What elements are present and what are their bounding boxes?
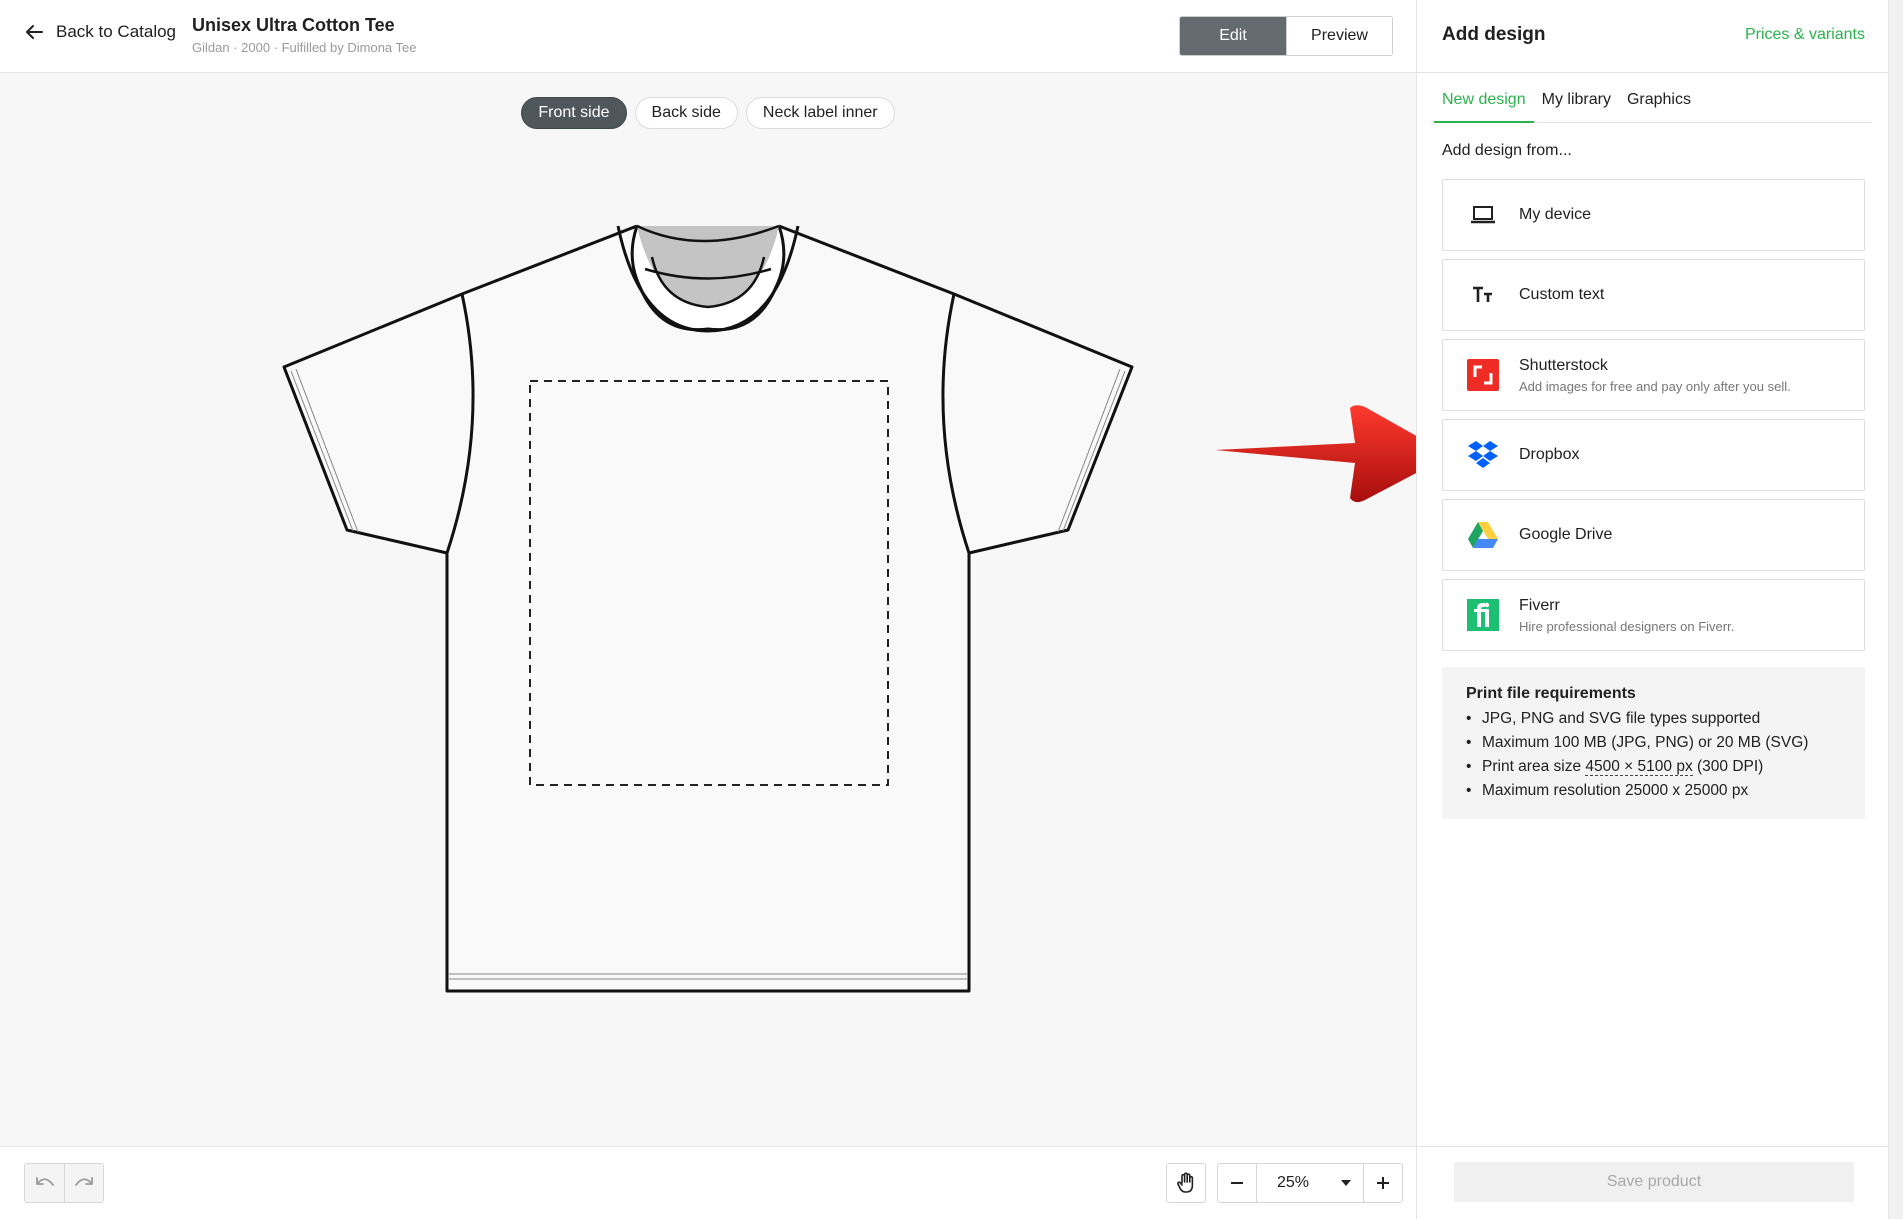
editor-header: Back to Catalog Unisex Ultra Cotton Tee … bbox=[0, 0, 1416, 73]
page-scrollbar[interactable] bbox=[1888, 0, 1903, 1219]
google-drive-icon bbox=[1467, 519, 1499, 551]
zoom-value: 25% bbox=[1277, 1174, 1310, 1191]
tab-my-library[interactable]: My library bbox=[1534, 88, 1619, 123]
arrow-left-icon bbox=[26, 25, 43, 39]
hand-icon bbox=[1177, 1172, 1194, 1193]
red-arrow-annotation bbox=[1215, 405, 1445, 503]
source-custom-text[interactable]: Custom text bbox=[1442, 259, 1865, 331]
source-name: Custom text bbox=[1519, 286, 1605, 303]
tab-new-design[interactable]: New design bbox=[1434, 88, 1534, 123]
print-area-prefix: Print area size bbox=[1482, 758, 1586, 775]
redo-icon bbox=[75, 1177, 93, 1186]
back-to-catalog-link[interactable]: Back to Catalog bbox=[24, 22, 176, 42]
history-controls bbox=[24, 1163, 104, 1203]
source-my-device[interactable]: My device bbox=[1442, 179, 1865, 251]
fiverr-icon bbox=[1467, 599, 1499, 631]
panel-footer: Save product bbox=[1417, 1146, 1889, 1219]
list-item: Maximum resolution 25000 x 25000 px bbox=[1466, 779, 1841, 803]
source-description: Hire professional designers on Fiverr. bbox=[1519, 618, 1735, 634]
mode-toggle: Edit Preview bbox=[1179, 16, 1393, 56]
tshirt-mockup bbox=[282, 224, 1134, 993]
laptop-icon bbox=[1467, 199, 1499, 231]
redo-button[interactable] bbox=[64, 1164, 103, 1202]
source-name: Dropbox bbox=[1519, 446, 1580, 463]
source-fiverr[interactable]: Fiverr Hire professional designers on Fi… bbox=[1442, 579, 1865, 651]
print-area-suffix: (300 DPI) bbox=[1692, 758, 1764, 775]
panel-header: Add design Prices & variants bbox=[1417, 0, 1889, 73]
design-canvas[interactable]: Front side Back side Neck label inner bbox=[0, 73, 1445, 1146]
source-name: Google Drive bbox=[1519, 526, 1613, 543]
zoom-in-button[interactable] bbox=[1364, 1164, 1402, 1202]
text-icon bbox=[1467, 279, 1499, 311]
save-product-button[interactable]: Save product bbox=[1454, 1162, 1854, 1202]
caret-down-icon bbox=[1341, 1180, 1351, 1186]
source-name: Shutterstock bbox=[1519, 356, 1608, 374]
list-item: Maximum 100 MB (JPG, PNG) or 20 MB (SVG) bbox=[1466, 731, 1841, 755]
print-area-size[interactable]: 4500 × 5100 px bbox=[1585, 758, 1693, 776]
source-google-drive[interactable]: Google Drive bbox=[1442, 499, 1865, 571]
dropbox-icon bbox=[1467, 439, 1499, 471]
undo-button[interactable] bbox=[25, 1164, 64, 1202]
list-item: JPG, PNG and SVG file types supported bbox=[1466, 707, 1841, 731]
requirements-title: Print file requirements bbox=[1466, 685, 1636, 702]
add-design-panel: Add design Prices & variants New design … bbox=[1416, 0, 1889, 1219]
panel-title: Add design bbox=[1442, 24, 1546, 45]
canvas-toolbar: 25% bbox=[0, 1146, 1416, 1219]
product-subtitle: Gildan · 2000 · Fulfilled by Dimona Tee bbox=[192, 40, 417, 55]
print-file-requirements: Print file requirements JPG, PNG and SVG… bbox=[1442, 667, 1865, 819]
source-dropbox[interactable]: Dropbox bbox=[1442, 419, 1865, 491]
list-item: Print area size 4500 × 5100 px (300 DPI) bbox=[1466, 755, 1841, 779]
tab-graphics[interactable]: Graphics bbox=[1619, 88, 1699, 123]
minus-icon bbox=[1231, 1182, 1243, 1184]
source-name: My device bbox=[1519, 206, 1592, 223]
preview-button[interactable]: Preview bbox=[1286, 17, 1392, 55]
design-tabs: New design My library Graphics bbox=[1434, 88, 1872, 123]
product-title: Unisex Ultra Cotton Tee bbox=[192, 15, 395, 35]
back-label: Back to Catalog bbox=[56, 22, 177, 41]
design-source-list: My device Custom text Shutterstock Add i… bbox=[1442, 179, 1865, 659]
edit-button[interactable]: Edit bbox=[1180, 17, 1286, 55]
zoom-level-select[interactable]: 25% bbox=[1256, 1164, 1364, 1202]
source-shutterstock[interactable]: Shutterstock Add images for free and pay… bbox=[1442, 339, 1865, 411]
pan-tool-button[interactable] bbox=[1166, 1163, 1206, 1203]
zoom-out-button[interactable] bbox=[1218, 1164, 1256, 1202]
undo-icon bbox=[35, 1177, 54, 1186]
zoom-control: 25% bbox=[1217, 1163, 1403, 1203]
requirements-list: JPG, PNG and SVG file types supported Ma… bbox=[1466, 707, 1841, 803]
plus-icon bbox=[1377, 1177, 1389, 1189]
add-from-label: Add design from... bbox=[1442, 142, 1572, 159]
source-name: Fiverr bbox=[1519, 596, 1560, 614]
shutterstock-icon bbox=[1467, 359, 1499, 391]
source-description: Add images for free and pay only after y… bbox=[1519, 378, 1791, 394]
prices-variants-link[interactable]: Prices & variants bbox=[1745, 26, 1865, 44]
